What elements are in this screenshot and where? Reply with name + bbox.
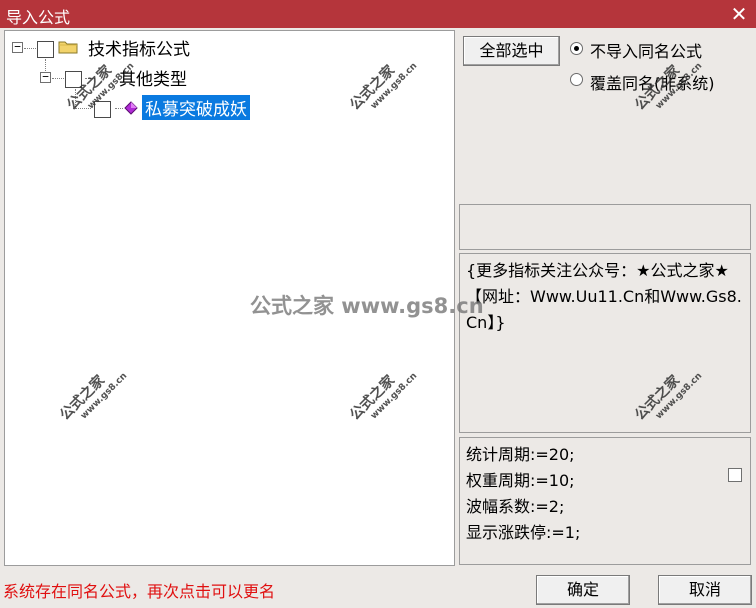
- status-message: 系统存在同名公式，再次点击可以更名: [3, 582, 276, 601]
- tree-root-label[interactable]: 技术指标公式: [88, 35, 190, 60]
- title-bar: 导入公式 ✕: [0, 0, 756, 28]
- param-line: 显示涨跌停:=1;: [466, 523, 581, 542]
- params-box: 统计周期:=20; 权重周期:=10; 波幅系数:=2; 显示涨跌停:=1;: [459, 437, 751, 565]
- tree-connector: [52, 78, 64, 79]
- description-box: {更多指标关注公众号：★公式之家★ 【网址：Www.Uu11.Cn和Www.Gs…: [459, 253, 751, 433]
- tree-leaf-label[interactable]: 私募突破成妖: [142, 95, 250, 120]
- tree-root-checkbox[interactable]: [37, 41, 54, 58]
- tree-connector: [115, 108, 123, 109]
- close-icon[interactable]: ✕: [728, 3, 750, 25]
- param-line: 统计周期:=20;: [466, 445, 575, 464]
- tree-child-expander[interactable]: −: [40, 71, 51, 83]
- window-title: 导入公式: [6, 8, 71, 27]
- folder-icon: [58, 41, 78, 54]
- param-line: 权重周期:=10;: [466, 471, 575, 490]
- description-text: {更多指标关注公众号：★公式之家★ 【网址：Www.Uu11.Cn和Www.Gs…: [466, 261, 742, 332]
- radio-overwrite[interactable]: [570, 73, 583, 86]
- ok-button[interactable]: 确定: [536, 575, 630, 605]
- formula-info-box: [459, 204, 751, 250]
- watermark-center: 公式之家 www.gs8.cn: [250, 294, 484, 318]
- tree-connector: [24, 48, 36, 49]
- param-line: 波幅系数:=2;: [466, 497, 565, 516]
- radio-no-import[interactable]: [570, 42, 583, 55]
- tree-root-expander[interactable]: −: [12, 41, 23, 53]
- params-checkbox[interactable]: [728, 468, 742, 482]
- formula-gem-icon: [124, 101, 138, 115]
- cancel-button[interactable]: 取消: [658, 575, 752, 605]
- select-all-button[interactable]: 全部选中: [463, 36, 560, 66]
